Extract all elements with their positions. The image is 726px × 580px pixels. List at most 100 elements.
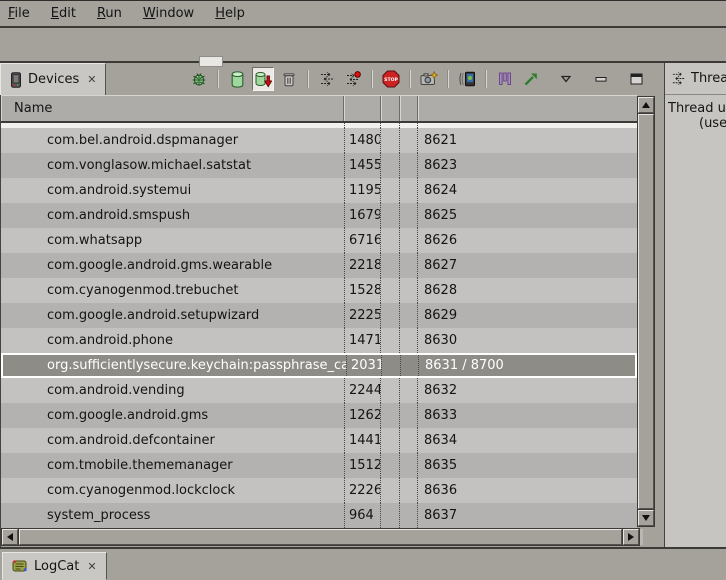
empty-cell — [381, 278, 400, 303]
process-name: com.android.vending — [1, 378, 344, 403]
process-name: com.android.phone — [1, 328, 344, 353]
process-name: com.cyanogenmod.lockclock — [1, 478, 344, 503]
update-heap-icon[interactable] — [226, 67, 248, 91]
empty-cell — [381, 178, 400, 203]
screen-capture-icon[interactable] — [418, 67, 440, 91]
process-port: 8623 — [418, 153, 637, 178]
empty-cell — [381, 453, 400, 478]
table-row[interactable]: system_process9648637 — [1, 503, 637, 528]
column-header-port[interactable] — [418, 96, 637, 121]
devices-tab-strip: Devices ✕ STOP — [0, 63, 655, 95]
process-name: com.bel.android.dspmanager — [1, 128, 344, 153]
dump-hprof-icon[interactable] — [252, 67, 274, 91]
empty-cell — [400, 203, 418, 228]
devices-tab-label: Devices — [28, 72, 79, 87]
menu-file[interactable]: File — [8, 6, 30, 21]
empty-cell — [400, 178, 418, 203]
menu-window[interactable]: Window — [143, 6, 194, 21]
menu-run[interactable]: Run — [97, 6, 122, 21]
table-row[interactable]: com.google.android.gms.wearable221858627 — [1, 253, 637, 278]
close-icon[interactable]: ✕ — [87, 73, 96, 86]
device-screen-icon[interactable] — [456, 67, 478, 91]
toolbar-separator — [307, 70, 309, 88]
table-row[interactable]: com.cyanogenmod.trebuchet15288628 — [1, 278, 637, 303]
table-row[interactable]: org.sufficientlysecure.keychain:passphra… — [1, 353, 637, 378]
process-port: 8636 — [418, 478, 637, 503]
process-name: com.android.smspush — [1, 203, 344, 228]
table-row[interactable]: com.bel.android.dspmanager14808621 — [1, 128, 637, 153]
scroll-up-button[interactable] — [638, 97, 654, 113]
devices-view: Devices ✕ STOP Name com.bel.android.dspm… — [0, 63, 655, 547]
process-name: com.whatsapp — [1, 228, 344, 253]
column-header-1[interactable] — [381, 96, 400, 121]
maximize-icon[interactable] — [625, 67, 647, 91]
threads-view: Threads Thread updates not enabled for s… — [664, 63, 726, 547]
vertical-scrollbar[interactable] — [638, 97, 654, 526]
scroll-left-button[interactable] — [2, 529, 18, 545]
column-header-name[interactable]: Name — [1, 96, 344, 121]
process-port: 8624 — [418, 178, 637, 203]
empty-cell — [381, 303, 400, 328]
empty-cell — [400, 403, 418, 428]
table-row[interactable]: com.google.android.gms126238633 — [1, 403, 637, 428]
method-profiling-icon[interactable] — [494, 67, 516, 91]
table-row[interactable]: com.vonglasow.michael.satstat145538623 — [1, 153, 637, 178]
menu-edit[interactable]: Edit — [51, 6, 76, 21]
process-pid: 22440 — [344, 378, 381, 403]
horizontal-scrollbar[interactable] — [2, 529, 643, 545]
process-port: 8632 — [418, 378, 637, 403]
empty-cell — [400, 303, 418, 328]
empty-cell — [400, 453, 418, 478]
table-row[interactable]: com.google.android.setupwizard222508629 — [1, 303, 637, 328]
column-header-2[interactable] — [400, 96, 418, 121]
table-row[interactable]: com.android.smspush16798625 — [1, 203, 637, 228]
table-row[interactable]: com.android.vending22440 8632 — [1, 378, 637, 403]
empty-cell — [381, 253, 400, 278]
process-pid: 6716 — [344, 228, 381, 253]
empty-cell — [381, 503, 400, 528]
toolbar-separator — [371, 70, 373, 88]
table-row[interactable]: com.android.phone14718630 — [1, 328, 637, 353]
process-pid: 1471 — [344, 328, 381, 353]
empty-cell — [381, 203, 400, 228]
table-row[interactable]: com.android.defcontainer144118634 — [1, 428, 637, 453]
empty-cell — [400, 328, 418, 353]
table-row[interactable]: com.tmobile.thememanager15128635 — [1, 453, 637, 478]
vertical-scroll-thumb[interactable] — [638, 114, 654, 509]
table-row[interactable]: com.android.systemui11958624 — [1, 178, 637, 203]
threads-tab-strip: Threads — [665, 63, 726, 95]
table-row[interactable]: com.cyanogenmod.lockclock222658636 — [1, 478, 637, 503]
threads-tab-label[interactable]: Threads — [691, 71, 726, 86]
threads-hot-icon[interactable] — [342, 67, 364, 91]
scroll-down-button[interactable] — [638, 510, 654, 526]
table-row[interactable]: com.whatsapp67168626 — [1, 228, 637, 253]
update-threads-icon[interactable] — [316, 67, 338, 91]
scroll-right-button[interactable] — [623, 529, 639, 545]
tab-devices[interactable]: Devices ✕ — [0, 63, 106, 95]
cause-gc-icon[interactable] — [278, 67, 300, 91]
close-icon[interactable]: ✕ — [87, 560, 96, 573]
top-toolbar-strip — [0, 28, 726, 63]
empty-cell — [400, 128, 418, 153]
drag-handle[interactable] — [199, 56, 223, 67]
view-menu-icon[interactable] — [555, 67, 577, 91]
process-pid: 14553 — [344, 153, 381, 178]
minimize-icon[interactable] — [590, 67, 612, 91]
table-header: Name — [1, 95, 637, 123]
empty-cell — [400, 378, 418, 403]
debug-bug-icon[interactable] — [188, 67, 210, 91]
toolbar-separator — [485, 70, 487, 88]
threads-icon — [671, 71, 686, 86]
column-header-pid[interactable] — [344, 96, 381, 121]
empty-cell — [400, 153, 418, 178]
device-process-table: Name com.bel.android.dspmanager14808621c… — [0, 95, 655, 547]
stop-process-icon[interactable]: STOP — [380, 67, 402, 91]
view-sash[interactable] — [655, 63, 664, 547]
toolbar-separator — [217, 70, 219, 88]
horizontal-scroll-thumb[interactable] — [19, 529, 622, 545]
process-pid: 1480 — [344, 128, 381, 153]
tab-logcat[interactable]: LogCat ✕ — [2, 552, 107, 580]
start-profiling-icon[interactable] — [520, 67, 542, 91]
threads-message: Thread updates not enabled for selected … — [665, 95, 726, 131]
menu-help[interactable]: Help — [215, 6, 245, 21]
